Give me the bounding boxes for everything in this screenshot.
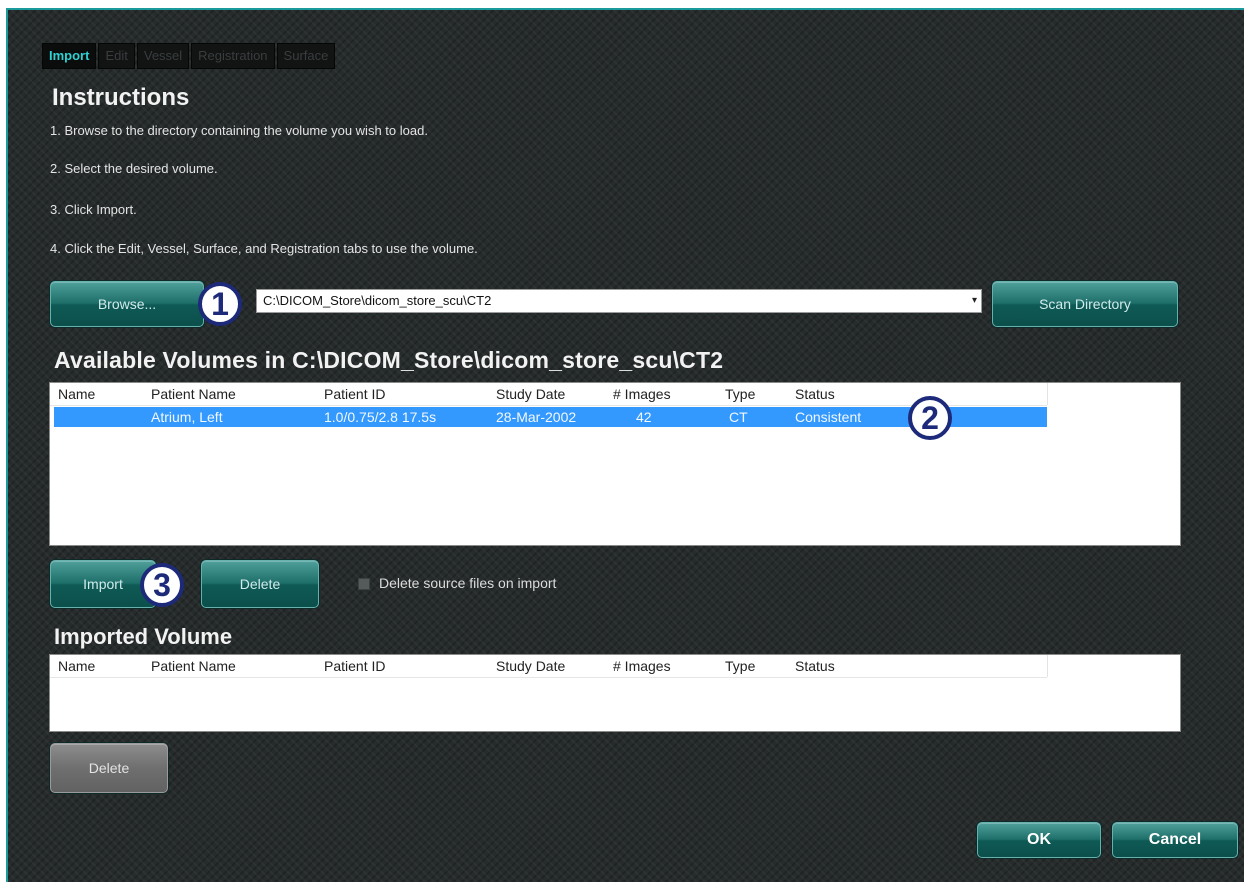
instructions-title: Instructions [52, 84, 190, 111]
imported-volume-table[interactable]: Name Patient Name Patient ID Study Date … [49, 654, 1181, 732]
column-header-patient-name[interactable]: Patient Name [151, 655, 236, 677]
column-header-study-date[interactable]: Study Date [496, 655, 565, 677]
instruction-step-4: 4. Click the Edit, Vessel, Surface, and … [50, 241, 478, 256]
imported-table-header: Name Patient Name Patient ID Study Date … [50, 655, 1047, 678]
cell-patient-name: Atrium, Left [151, 409, 223, 425]
column-header-images[interactable]: # Images [613, 655, 671, 677]
delete-imported-button[interactable]: Delete [50, 743, 168, 793]
instruction-step-1: 1. Browse to the directory containing th… [50, 123, 428, 138]
table-row[interactable]: Atrium, Left 1.0/0.75/2.8 17.5s 28-Mar-2… [54, 407, 1047, 427]
delete-available-button[interactable]: Delete [201, 560, 319, 608]
available-table-header: Name Patient Name Patient ID Study Date … [50, 383, 1047, 406]
cell-type: CT [729, 409, 748, 425]
chevron-down-icon[interactable]: ▾ [972, 290, 977, 312]
column-header-patient-id[interactable]: Patient ID [324, 383, 385, 405]
header-separator [1047, 383, 1048, 405]
directory-path-value: C:\DICOM_Store\dicom_store_scu\CT2 [263, 293, 492, 308]
tab-surface[interactable]: Surface [276, 43, 336, 69]
directory-path-combobox[interactable]: C:\DICOM_Store\dicom_store_scu\CT2 ▾ [256, 289, 982, 313]
scan-directory-button[interactable]: Scan Directory [992, 281, 1178, 327]
cancel-button[interactable]: Cancel [1112, 822, 1238, 858]
tab-registration[interactable]: Registration [191, 43, 275, 69]
column-header-patient-id[interactable]: Patient ID [324, 655, 385, 677]
header-separator [1047, 655, 1048, 677]
callout-1-badge: 1 [198, 282, 242, 326]
tab-bar: Import Edit Vessel Registration Surface [42, 43, 337, 69]
delete-source-checkbox[interactable] [358, 578, 370, 590]
column-header-status[interactable]: Status [795, 383, 835, 405]
available-volumes-title: Available Volumes in C:\DICOM_Store\dico… [54, 347, 724, 373]
column-header-type[interactable]: Type [725, 383, 755, 405]
tab-edit[interactable]: Edit [98, 43, 135, 69]
cell-images: 42 [636, 409, 652, 425]
column-header-study-date[interactable]: Study Date [496, 383, 565, 405]
callout-2-badge: 2 [908, 396, 952, 440]
column-header-name[interactable]: Name [58, 383, 95, 405]
column-header-patient-name[interactable]: Patient Name [151, 383, 236, 405]
instruction-step-2: 2. Select the desired volume. [50, 161, 218, 176]
tab-import[interactable]: Import [42, 43, 97, 69]
cell-patient-id: 1.0/0.75/2.8 17.5s [324, 409, 437, 425]
cell-status: Consistent [795, 409, 862, 425]
column-header-status[interactable]: Status [795, 655, 835, 677]
import-dialog: Import Edit Vessel Registration Surface … [6, 8, 1244, 882]
instruction-step-3: 3. Click Import. [50, 202, 137, 217]
column-header-images[interactable]: # Images [613, 383, 671, 405]
browse-button[interactable]: Browse... [50, 281, 204, 327]
available-volumes-table[interactable]: Name Patient Name Patient ID Study Date … [49, 382, 1181, 546]
column-header-name[interactable]: Name [58, 655, 95, 677]
tab-vessel[interactable]: Vessel [136, 43, 190, 69]
delete-source-label[interactable]: Delete source files on import [379, 575, 556, 591]
cell-study-date: 28-Mar-2002 [496, 409, 577, 425]
imported-volume-title: Imported Volume [54, 624, 233, 649]
callout-3-badge: 3 [140, 563, 184, 607]
column-header-type[interactable]: Type [725, 655, 755, 677]
ok-button[interactable]: OK [977, 822, 1101, 858]
